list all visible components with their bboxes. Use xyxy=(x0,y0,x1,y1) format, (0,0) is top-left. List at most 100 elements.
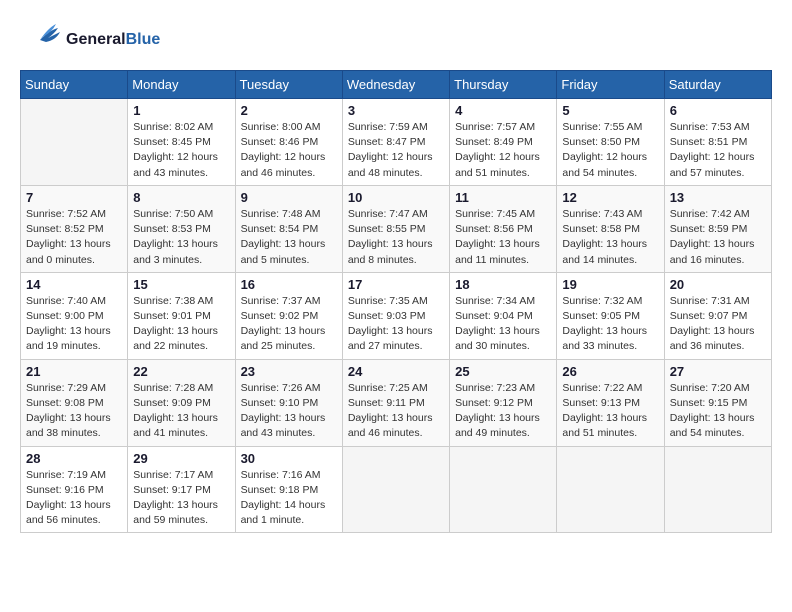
calendar-cell: 5 Sunrise: 7:55 AM Sunset: 8:50 PM Daylig… xyxy=(557,99,664,186)
day-number: 25 xyxy=(455,364,551,379)
calendar-week-1: 1 Sunrise: 8:02 AM Sunset: 8:45 PM Daylig… xyxy=(21,99,772,186)
day-info: Sunrise: 7:40 AM Sunset: 9:00 PM Dayligh… xyxy=(26,294,122,355)
day-number: 27 xyxy=(670,364,766,379)
calendar-cell: 17Sunrise: 7:35 AM Sunset: 9:03 PM Dayli… xyxy=(342,272,449,359)
calendar-cell: 12 Sunrise: 7:43 AM Sunset: 8:58 PM Dayli… xyxy=(557,185,664,272)
calendar-cell: 15Sunrise: 7:38 AM Sunset: 9:01 PM Dayli… xyxy=(128,272,235,359)
day-info: Sunrise: 7:38 AM Sunset: 9:01 PM Dayligh… xyxy=(133,294,229,355)
day-info: Sunrise: 7:53 AM Sunset: 8:51 PM Dayligh… xyxy=(670,120,766,181)
day-info: Sunrise: 7:16 AM Sunset: 9:18 PM Dayligh… xyxy=(241,468,337,529)
day-number: 14 xyxy=(26,277,122,292)
day-info: Sunrise: 7:48 AM Sunset: 8:54 PM Dayligh… xyxy=(241,207,337,268)
day-info: Sunrise: 7:50 AM Sunset: 8:53 PM Dayligh… xyxy=(133,207,229,268)
day-number: 1 xyxy=(133,103,229,118)
calendar-cell: 22 Sunrise: 7:28 AM Sunset: 9:09 PM Dayli… xyxy=(128,359,235,446)
day-info: Sunrise: 7:42 AM Sunset: 8:59 PM Dayligh… xyxy=(670,207,766,268)
calendar-cell: 27 Sunrise: 7:20 AM Sunset: 9:15 PM Dayli… xyxy=(664,359,771,446)
day-info: Sunrise: 7:26 AM Sunset: 9:10 PM Dayligh… xyxy=(241,381,337,442)
calendar-cell: 1 Sunrise: 8:02 AM Sunset: 8:45 PM Daylig… xyxy=(128,99,235,186)
weekday-header-saturday: Saturday xyxy=(664,71,771,99)
day-info: Sunrise: 7:19 AM Sunset: 9:16 PM Dayligh… xyxy=(26,468,122,529)
calendar-week-3: 14 Sunrise: 7:40 AM Sunset: 9:00 PM Dayli… xyxy=(21,272,772,359)
day-number: 9 xyxy=(241,190,337,205)
day-info: Sunrise: 7:28 AM Sunset: 9:09 PM Dayligh… xyxy=(133,381,229,442)
calendar-cell: 13 Sunrise: 7:42 AM Sunset: 8:59 PM Dayli… xyxy=(664,185,771,272)
day-info: Sunrise: 7:35 AM Sunset: 9:03 PM Dayligh… xyxy=(348,294,444,355)
calendar-cell: 11 Sunrise: 7:45 AM Sunset: 8:56 PM Dayli… xyxy=(450,185,557,272)
logo-rebuilt: GeneralBlue xyxy=(20,20,160,60)
calendar-week-2: 7Sunrise: 7:52 AM Sunset: 8:52 PM Daylig… xyxy=(21,185,772,272)
calendar-cell xyxy=(557,446,664,533)
day-number: 12 xyxy=(562,190,658,205)
calendar-cell xyxy=(664,446,771,533)
calendar-cell xyxy=(342,446,449,533)
weekday-header-thursday: Thursday xyxy=(450,71,557,99)
day-info: Sunrise: 8:00 AM Sunset: 8:46 PM Dayligh… xyxy=(241,120,337,181)
calendar-cell: 2 Sunrise: 8:00 AM Sunset: 8:46 PM Daylig… xyxy=(235,99,342,186)
calendar-cell: 14 Sunrise: 7:40 AM Sunset: 9:00 PM Dayli… xyxy=(21,272,128,359)
calendar-cell: 8 Sunrise: 7:50 AM Sunset: 8:53 PM Daylig… xyxy=(128,185,235,272)
day-info: Sunrise: 7:25 AM Sunset: 9:11 PM Dayligh… xyxy=(348,381,444,442)
calendar-cell: 28 Sunrise: 7:19 AM Sunset: 9:16 PM Dayli… xyxy=(21,446,128,533)
day-info: Sunrise: 7:37 AM Sunset: 9:02 PM Dayligh… xyxy=(241,294,337,355)
calendar-cell: 20Sunrise: 7:31 AM Sunset: 9:07 PM Dayli… xyxy=(664,272,771,359)
day-number: 20 xyxy=(670,277,766,292)
day-info: Sunrise: 8:02 AM Sunset: 8:45 PM Dayligh… xyxy=(133,120,229,181)
day-info: Sunrise: 7:47 AM Sunset: 8:55 PM Dayligh… xyxy=(348,207,444,268)
calendar-cell: 16 Sunrise: 7:37 AM Sunset: 9:02 PM Dayli… xyxy=(235,272,342,359)
day-number: 30 xyxy=(241,451,337,466)
calendar-cell: 24 Sunrise: 7:25 AM Sunset: 9:11 PM Dayli… xyxy=(342,359,449,446)
day-number: 22 xyxy=(133,364,229,379)
calendar-cell: 29 Sunrise: 7:17 AM Sunset: 9:17 PM Dayli… xyxy=(128,446,235,533)
day-info: Sunrise: 7:55 AM Sunset: 8:50 PM Dayligh… xyxy=(562,120,658,181)
day-number: 19 xyxy=(562,277,658,292)
weekday-header-monday: Monday xyxy=(128,71,235,99)
calendar-cell xyxy=(450,446,557,533)
calendar-cell: 18 Sunrise: 7:34 AM Sunset: 9:04 PM Dayli… xyxy=(450,272,557,359)
calendar-cell: 21 Sunrise: 7:29 AM Sunset: 9:08 PM Dayli… xyxy=(21,359,128,446)
day-number: 5 xyxy=(562,103,658,118)
day-info: Sunrise: 7:20 AM Sunset: 9:15 PM Dayligh… xyxy=(670,381,766,442)
day-info: Sunrise: 7:34 AM Sunset: 9:04 PM Dayligh… xyxy=(455,294,551,355)
day-info: Sunrise: 7:59 AM Sunset: 8:47 PM Dayligh… xyxy=(348,120,444,181)
day-info: Sunrise: 7:23 AM Sunset: 9:12 PM Dayligh… xyxy=(455,381,551,442)
calendar-cell: 10 Sunrise: 7:47 AM Sunset: 8:55 PM Dayli… xyxy=(342,185,449,272)
day-number: 11 xyxy=(455,190,551,205)
day-number: 16 xyxy=(241,277,337,292)
day-number: 18 xyxy=(455,277,551,292)
calendar-cell: 26 Sunrise: 7:22 AM Sunset: 9:13 PM Dayli… xyxy=(557,359,664,446)
day-number: 10 xyxy=(348,190,444,205)
day-info: Sunrise: 7:17 AM Sunset: 9:17 PM Dayligh… xyxy=(133,468,229,529)
day-number: 8 xyxy=(133,190,229,205)
weekday-header-wednesday: Wednesday xyxy=(342,71,449,99)
day-info: Sunrise: 7:45 AM Sunset: 8:56 PM Dayligh… xyxy=(455,207,551,268)
weekday-header-friday: Friday xyxy=(557,71,664,99)
calendar-header-row: SundayMondayTuesdayWednesdayThursdayFrid… xyxy=(21,71,772,99)
day-number: 2 xyxy=(241,103,337,118)
day-number: 29 xyxy=(133,451,229,466)
day-number: 21 xyxy=(26,364,122,379)
calendar-cell: 19Sunrise: 7:32 AM Sunset: 9:05 PM Dayli… xyxy=(557,272,664,359)
calendar: SundayMondayTuesdayWednesdayThursdayFrid… xyxy=(20,70,772,533)
weekday-header-tuesday: Tuesday xyxy=(235,71,342,99)
calendar-cell xyxy=(21,99,128,186)
day-number: 4 xyxy=(455,103,551,118)
calendar-cell: 6 Sunrise: 7:53 AM Sunset: 8:51 PM Daylig… xyxy=(664,99,771,186)
day-number: 26 xyxy=(562,364,658,379)
calendar-cell: 4Sunrise: 7:57 AM Sunset: 8:49 PM Daylig… xyxy=(450,99,557,186)
header: GeneralBlue xyxy=(20,20,772,60)
day-info: Sunrise: 7:43 AM Sunset: 8:58 PM Dayligh… xyxy=(562,207,658,268)
calendar-cell: 3 Sunrise: 7:59 AM Sunset: 8:47 PM Daylig… xyxy=(342,99,449,186)
calendar-week-5: 28 Sunrise: 7:19 AM Sunset: 9:16 PM Dayli… xyxy=(21,446,772,533)
calendar-cell: 25 Sunrise: 7:23 AM Sunset: 9:12 PM Dayli… xyxy=(450,359,557,446)
day-number: 24 xyxy=(348,364,444,379)
day-number: 28 xyxy=(26,451,122,466)
day-info: Sunrise: 7:29 AM Sunset: 9:08 PM Dayligh… xyxy=(26,381,122,442)
day-number: 13 xyxy=(670,190,766,205)
day-number: 6 xyxy=(670,103,766,118)
day-number: 3 xyxy=(348,103,444,118)
calendar-cell: 23Sunrise: 7:26 AM Sunset: 9:10 PM Dayli… xyxy=(235,359,342,446)
day-info: Sunrise: 7:22 AM Sunset: 9:13 PM Dayligh… xyxy=(562,381,658,442)
day-number: 7 xyxy=(26,190,122,205)
calendar-week-4: 21 Sunrise: 7:29 AM Sunset: 9:08 PM Dayli… xyxy=(21,359,772,446)
